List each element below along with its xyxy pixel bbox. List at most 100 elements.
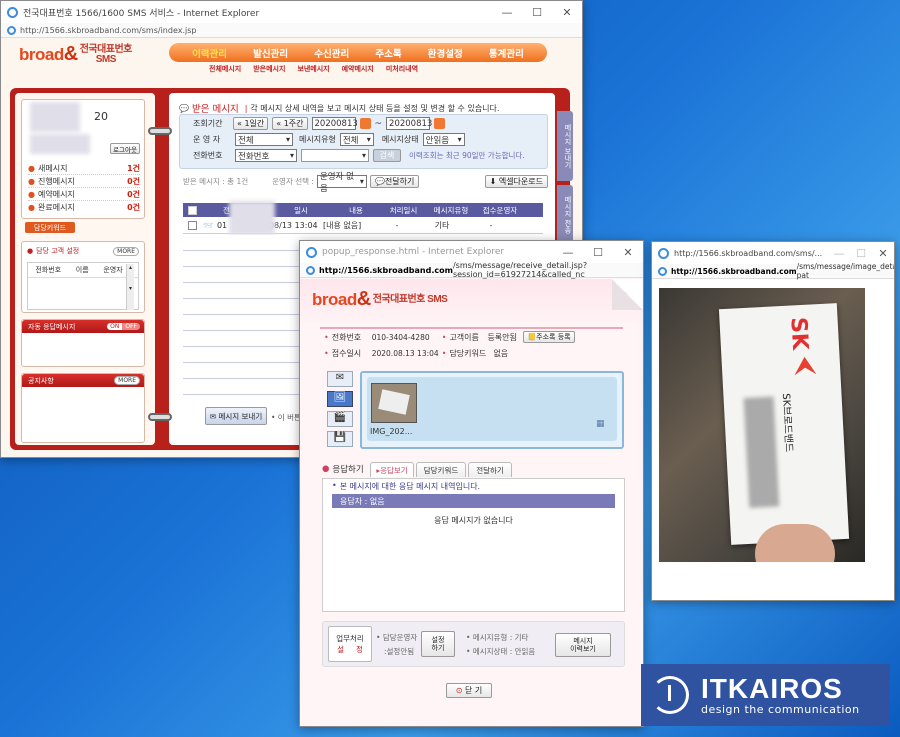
popup-logo-sub: 전국대표번호 SMS — [372, 293, 448, 305]
forward-button[interactable]: 💬 전달하기 — [369, 175, 420, 188]
date-to-input[interactable]: 20200813 — [386, 117, 432, 130]
type-select[interactable]: 전체 — [339, 133, 374, 146]
done-messages-row[interactable]: ● 완료메시지 0건 — [28, 201, 140, 214]
toggle-off: OFF — [122, 323, 140, 330]
operator-label: 운 영 자 — [193, 135, 221, 144]
row-checkbox[interactable] — [188, 221, 197, 230]
task-settings-button[interactable]: 업무처리 설 정 — [328, 626, 372, 662]
image-icon[interactable]: 🖼 — [327, 391, 353, 407]
operator-select[interactable]: 전체 — [235, 133, 293, 146]
popup-close-x[interactable]: ✕ — [613, 246, 643, 259]
side-tab-send[interactable]: 메시지 보내기 — [557, 111, 573, 181]
reserved-messages-row[interactable]: ● 예약메시지 0건 — [28, 188, 140, 201]
thumb — [755, 524, 835, 562]
select-all-checkbox[interactable] — [188, 205, 197, 215]
calendar-to-icon[interactable] — [434, 118, 446, 129]
auto-reply-toggle[interactable]: ON OFF — [107, 323, 140, 330]
one-day-button[interactable]: « 1일간 — [233, 117, 269, 130]
download-grid-icon[interactable]: ▦ — [596, 419, 610, 433]
tab-forward[interactable]: 전달하기 — [468, 462, 512, 477]
nav-stats[interactable]: 통계관리 — [489, 46, 524, 60]
search-row-2: 운 영 자 전체 메시지유형 전체 메시지상태 안읽음 — [193, 133, 465, 146]
subnav-received[interactable]: 받은메시지 — [253, 64, 285, 74]
logo-sub1: 전국대표번호 — [79, 43, 133, 55]
logout-button[interactable]: 로그아웃 — [110, 143, 140, 154]
auto-reply-header: 자동 응답메시지 ON OFF — [22, 320, 144, 333]
received-time-label: 접수일시 — [331, 348, 362, 358]
card-brand: SK — [785, 316, 813, 351]
done-messages-count: 0건 — [127, 203, 140, 212]
agent-col-operator: 운영자 — [103, 266, 123, 274]
state-select[interactable]: 안읽음 — [422, 133, 465, 146]
row-operator: - — [489, 221, 493, 230]
one-week-button[interactable]: « 1주간 — [272, 117, 308, 130]
image-close-button[interactable]: ✕ — [872, 247, 894, 260]
search-button[interactable]: 검색 — [373, 149, 401, 162]
video-icon[interactable]: 🎬 — [327, 411, 353, 427]
date-from-input[interactable]: 20200813 — [311, 117, 358, 130]
subnav-reserved[interactable]: 예약메시지 — [342, 64, 374, 74]
subnav-sent[interactable]: 보낸메시지 — [297, 64, 329, 74]
minimize-button[interactable]: — — [492, 6, 522, 19]
nav-address[interactable]: 주소록 — [375, 46, 401, 60]
tab-reply-view[interactable]: ▸ 응답보기 — [370, 462, 414, 477]
popup-minimize-button[interactable]: — — [553, 246, 583, 259]
phone-select[interactable]: 전화번호 — [235, 149, 297, 162]
assign-settings-line2: 하기 — [431, 644, 445, 652]
phone-input[interactable] — [301, 149, 369, 162]
broad-logo[interactable]: broad & 전국대표번호 SMS — [19, 43, 132, 66]
address-register-button[interactable]: 📒 주소록 등록 — [523, 331, 575, 343]
send-footnote: • 이 버튼 — [271, 413, 301, 422]
nav-history[interactable]: 이력관리 — [192, 46, 227, 60]
reply-desc-text: 본 메시지에 대한 응답 메시지 내역입니다. — [339, 482, 481, 491]
msg-type-info: 메시지유형 : 기타 — [472, 633, 529, 642]
notice-title: 공지사항 — [28, 376, 54, 385]
card-details-blurred — [743, 396, 780, 508]
nav-settings[interactable]: 환경설정 — [428, 46, 463, 60]
one-week-label: 1주간 — [283, 119, 304, 128]
message-status-info: • 메시지유형 : 기타 • 메시지상태 : 안읽음 — [466, 633, 536, 657]
attachment-thumbnail[interactable] — [371, 383, 417, 423]
tab-keyword[interactable]: 담당키워드 — [416, 462, 466, 477]
maximize-button[interactable]: ☐ — [522, 6, 552, 19]
agent-scrollbar[interactable]: ▴ ▾ — [126, 264, 134, 310]
send-message-button[interactable]: ✉ 메시지 보내기 — [205, 407, 267, 425]
phone-label: 전화번호 — [193, 151, 223, 160]
image-minimize-button[interactable]: — — [828, 247, 850, 260]
assign-settings-button[interactable]: 설정 하기 — [421, 631, 455, 657]
calendar-from-icon[interactable] — [359, 118, 371, 129]
message-history-button[interactable]: 메시지 이력보기 — [555, 633, 611, 657]
excel-button-label: 엑셀다운로드 — [498, 177, 543, 186]
side-tab-transfer[interactable]: 메시지 전송 — [557, 185, 573, 245]
excel-download-button[interactable]: ⬇ 엑셀다운로드 — [484, 175, 548, 188]
assign-settings-line1: 설정 — [431, 635, 445, 644]
row-content[interactable]: [내용 없음] — [319, 220, 377, 231]
close-button[interactable]: ✕ — [552, 6, 582, 19]
assignee-value: :설정안됨 — [384, 647, 415, 657]
tab-reply-view-label: 응답보기 — [380, 465, 408, 475]
side-tab-send-label: 메시지 보내기 — [564, 123, 572, 169]
save-icon[interactable]: 💾 — [327, 431, 353, 447]
nav-send[interactable]: 발신관리 — [253, 46, 288, 60]
nav-receive[interactable]: 수신관리 — [314, 46, 349, 60]
agent-more-button[interactable]: MORE — [113, 246, 139, 256]
popup-maximize-button[interactable]: ☐ — [583, 246, 613, 259]
side-tab-transfer-label: 메시지 전송 — [564, 196, 572, 234]
no-reply-text: 응답 메시지가 없습니다 — [434, 516, 513, 525]
operator-assign-select[interactable]: 운영자 없음 — [316, 172, 367, 194]
keyword-button[interactable]: 담당키워드 — [25, 222, 75, 233]
message-icon[interactable]: ✉ — [327, 371, 353, 387]
subnav-unprocessed[interactable]: 미처리내역 — [386, 64, 418, 74]
image-maximize-button[interactable]: ☐ — [850, 247, 872, 260]
popup-close-button[interactable]: ⊙ 닫 기 — [446, 683, 492, 698]
attachment-name: IMG_202... — [370, 427, 413, 436]
subnav-all[interactable]: 전체메시지 — [209, 64, 241, 74]
main-address-bar[interactable]: http://1566.skbroadband.com/sms/index.js… — [1, 23, 582, 38]
progress-messages-row[interactable]: ● 진행메시지 0건 — [28, 175, 140, 188]
business-card-photo: SK SK브로드밴드 — [659, 288, 865, 562]
popup-address-bar[interactable]: http://1566.skbroadband.com/sms/message/… — [300, 261, 643, 279]
user-number: 20 — [94, 110, 108, 123]
image-address-bar[interactable]: http://1566.skbroadband.com/sms/message/… — [652, 262, 894, 280]
new-messages-row[interactable]: ● 새메시지 1건 — [28, 162, 140, 175]
notice-more-button[interactable]: MORE — [114, 376, 140, 385]
